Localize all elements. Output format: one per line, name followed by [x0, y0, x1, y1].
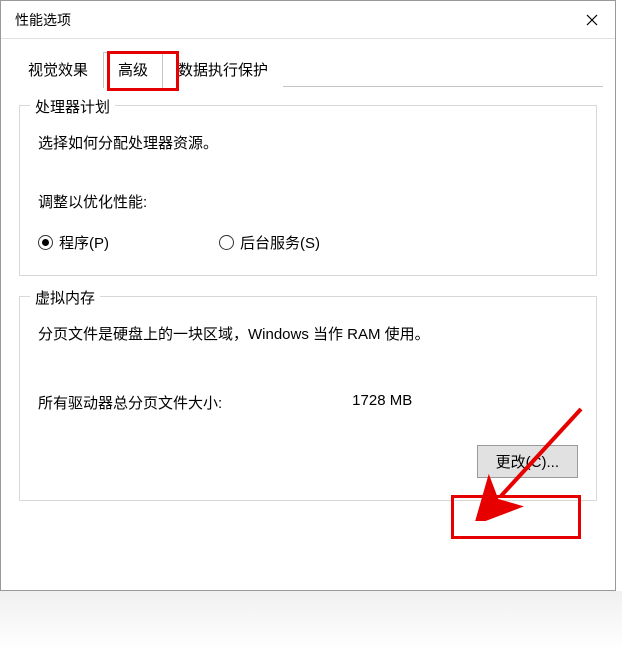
radio-background-services[interactable]: 后台服务(S): [219, 232, 320, 253]
vm-size-row: 所有驱动器总分页文件大小: 1728 MB: [38, 392, 578, 413]
vm-total-value: 1728 MB: [352, 392, 412, 413]
titlebar: 性能选项: [1, 1, 615, 39]
tab-visual-effects[interactable]: 视觉效果: [13, 52, 103, 87]
annotation-highlight-change: [451, 495, 581, 539]
tab-content-advanced: 处理器计划 选择如何分配处理器资源。 调整以优化性能: 程序(P) 后台服务(S…: [1, 87, 615, 501]
adjust-label: 调整以优化性能:: [38, 191, 578, 212]
radio-programs-label: 程序(P): [59, 232, 109, 253]
radio-row: 程序(P) 后台服务(S): [38, 232, 578, 253]
radio-icon: [219, 235, 234, 250]
processor-desc: 选择如何分配处理器资源。: [38, 132, 578, 153]
shadow-decoration: [0, 591, 622, 651]
change-row: 更改(C)...: [38, 445, 578, 478]
virtual-memory-group: 虚拟内存 分页文件是硬盘上的一块区域，Windows 当作 RAM 使用。 所有…: [19, 296, 597, 501]
close-icon: [586, 14, 598, 26]
vm-desc: 分页文件是硬盘上的一块区域，Windows 当作 RAM 使用。: [38, 323, 578, 344]
radio-icon: [38, 235, 53, 250]
tab-advanced[interactable]: 高级: [103, 52, 163, 88]
close-button[interactable]: [569, 1, 615, 38]
window-title: 性能选项: [15, 10, 71, 30]
processor-group-title: 处理器计划: [30, 96, 115, 117]
performance-options-dialog: 性能选项 视觉效果 高级 数据执行保护 处理器计划 选择如何分配处理器资源。 调…: [0, 0, 616, 591]
change-button[interactable]: 更改(C)...: [477, 445, 578, 478]
vm-group-title: 虚拟内存: [30, 287, 100, 308]
vm-total-label: 所有驱动器总分页文件大小:: [38, 392, 222, 413]
tab-dep[interactable]: 数据执行保护: [163, 52, 283, 87]
processor-scheduling-group: 处理器计划 选择如何分配处理器资源。 调整以优化性能: 程序(P) 后台服务(S…: [19, 105, 597, 276]
radio-background-label: 后台服务(S): [240, 232, 320, 253]
tab-strip: 视觉效果 高级 数据执行保护: [1, 39, 615, 87]
radio-programs[interactable]: 程序(P): [38, 232, 109, 253]
